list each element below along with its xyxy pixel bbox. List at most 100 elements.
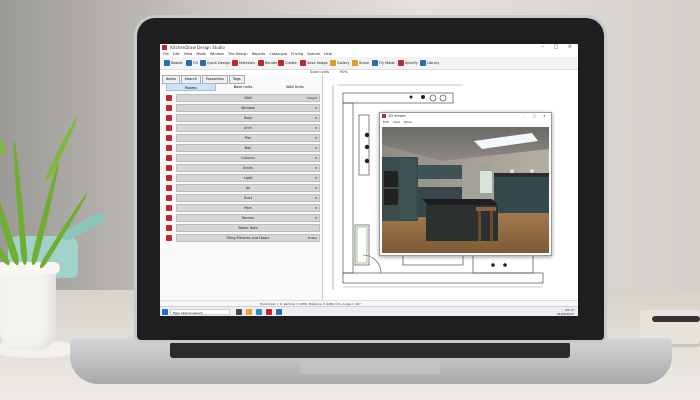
mail-icon[interactable] [276,309,282,315]
viewer-menu-mode[interactable]: Mode [404,120,412,124]
item-panel: Items Search Favourites Tags Rooms Base Uni… [160,75,323,300]
menu-window[interactable]: Window [210,52,224,56]
windows-taskbar: Type here to search 09:11 01/06/2022 [160,306,578,316]
basket-icon [164,60,170,66]
windows-start-icon[interactable] [162,309,168,315]
fixtures-icon [166,235,172,241]
window-icon [166,105,172,111]
toolbar-library-button[interactable]: Library [420,59,439,67]
list-item[interactable]: Bay 8 [166,144,322,152]
viewer-menu-edit[interactable]: Edit [383,120,389,124]
toolbar-materials-button[interactable]: Materials [232,59,255,67]
menu-reports[interactable]: Reports [252,52,265,56]
toolbar-quick-design-button[interactable]: Quick Design [200,59,230,67]
quick-design-icon [200,60,206,66]
file-explorer-icon[interactable] [246,309,252,315]
toolbar-basket-button[interactable]: Basket [164,59,183,67]
list-item[interactable]: Wall Height [166,94,322,102]
toolbar-specify-button[interactable]: Specify [398,59,418,67]
app-logo-icon [162,45,167,50]
menu-the-design[interactable]: The Design [228,52,248,56]
menu-view[interactable]: View [184,52,192,56]
taskbar-clock[interactable]: 09:11 01/06/2022 [557,308,574,316]
room-hole-icon [166,225,172,231]
plant-pot [0,262,56,350]
menu-help[interactable]: Help [324,52,332,56]
laptop-screen: KitchenDraw Design Studio – □ × File Edi… [160,44,578,316]
clock-date: 01/06/2022 [556,312,574,316]
recess-icon [166,215,172,221]
viewer-logo-icon [382,114,386,118]
list-item[interactable]: Pier 8 [166,134,322,142]
list-item[interactable]: Recess 8 [166,214,322,222]
list-item[interactable]: Stairs 8 [166,164,322,172]
panel-tabs: Items Search Favourites Tags [162,75,246,84]
camera-icon [300,60,306,66]
light-icon [166,175,172,181]
arch-icon [166,125,172,131]
viewer-title-bar: 3D Viewer – □ × [380,113,551,120]
viewer-window-controls[interactable]: – □ × [524,113,549,120]
title-bar: KitchenDraw Design Studio – □ × [160,44,578,51]
window-controls[interactable]: – □ × [541,44,576,51]
toolbar-save-image-button[interactable]: Save Image [300,59,328,67]
menu-mode[interactable]: Mode [196,52,206,56]
kitchen-design-app-icon[interactable] [266,309,272,315]
materials-icon [232,60,238,66]
3d-viewer-window: 3D Viewer – □ × Edit View Mode [379,112,552,256]
laptop-keyboard [170,342,570,358]
list-item[interactable]: Air 8 [166,184,322,192]
viewer-menu-view[interactable]: View [393,120,400,124]
task-view-icon[interactable] [236,309,242,315]
air-icon [166,185,172,191]
list-item[interactable]: Pipe 8 [166,204,322,212]
pier-icon [166,135,172,141]
app-title: KitchenDraw Design Studio [170,45,225,50]
list-item[interactable]: Light 8 [166,174,322,182]
bay-icon [166,145,172,151]
viewer-title: 3D Viewer [388,114,406,118]
subtab-base-units[interactable]: Base Units [218,83,268,91]
list-item[interactable]: Filing Fixtures and Doors Profile [166,234,322,242]
kitchen-render-image [382,127,549,253]
toolbar-fly-mode-button[interactable]: Fly Mode [372,59,395,67]
fly-mode-icon [372,60,378,66]
panel-subtabs: Rooms Base Units Wall Units [166,83,320,91]
specify-icon [398,60,404,66]
list-item[interactable]: Duct 8 [166,194,322,202]
render-icon [258,60,264,66]
list-item[interactable]: Column 8 [166,154,322,162]
duct-icon [166,195,172,201]
list-item[interactable]: Room Hole [166,224,322,232]
toolbar-fill-button[interactable]: Fill [186,59,198,67]
menu-pricing[interactable]: Pricing [291,52,303,56]
menu-file[interactable]: File [163,52,169,56]
taskbar-search-input[interactable]: Type here to search [170,309,230,315]
toolbar-render-button[interactable]: Render [258,59,277,67]
kitchen-render[interactable] [382,127,549,253]
edge-browser-icon[interactable] [256,309,262,315]
gallery-icon [330,60,336,66]
toolbar-share-button[interactable]: Share [352,59,369,67]
library-icon [420,60,426,66]
menu-special[interactable]: Special [307,52,320,56]
menu-edit[interactable]: Edit [173,52,180,56]
list-item[interactable]: Arch 8 [166,124,322,132]
pipe-icon [166,205,172,211]
fill-icon [186,60,192,66]
subtab-rooms[interactable]: Rooms [166,83,216,91]
wall-icon [166,95,172,101]
laptop-trackpad [300,360,440,374]
list-item[interactable]: Door 8 [166,114,322,122]
toolbar-create-button[interactable]: Create [278,59,297,67]
list-item[interactable]: Window 8 [166,104,322,112]
pen [652,316,700,322]
viewer-menu-bar: Edit View Mode [380,120,412,125]
share-icon [352,60,358,66]
column-icon [166,155,172,161]
toolbar-gallery-button[interactable]: Gallery [330,59,349,67]
create-icon [278,60,284,66]
subtab-wall-units[interactable]: Wall Units [270,83,320,91]
door-icon [166,115,172,121]
menu-catalogue[interactable]: Catalogue [269,52,287,56]
